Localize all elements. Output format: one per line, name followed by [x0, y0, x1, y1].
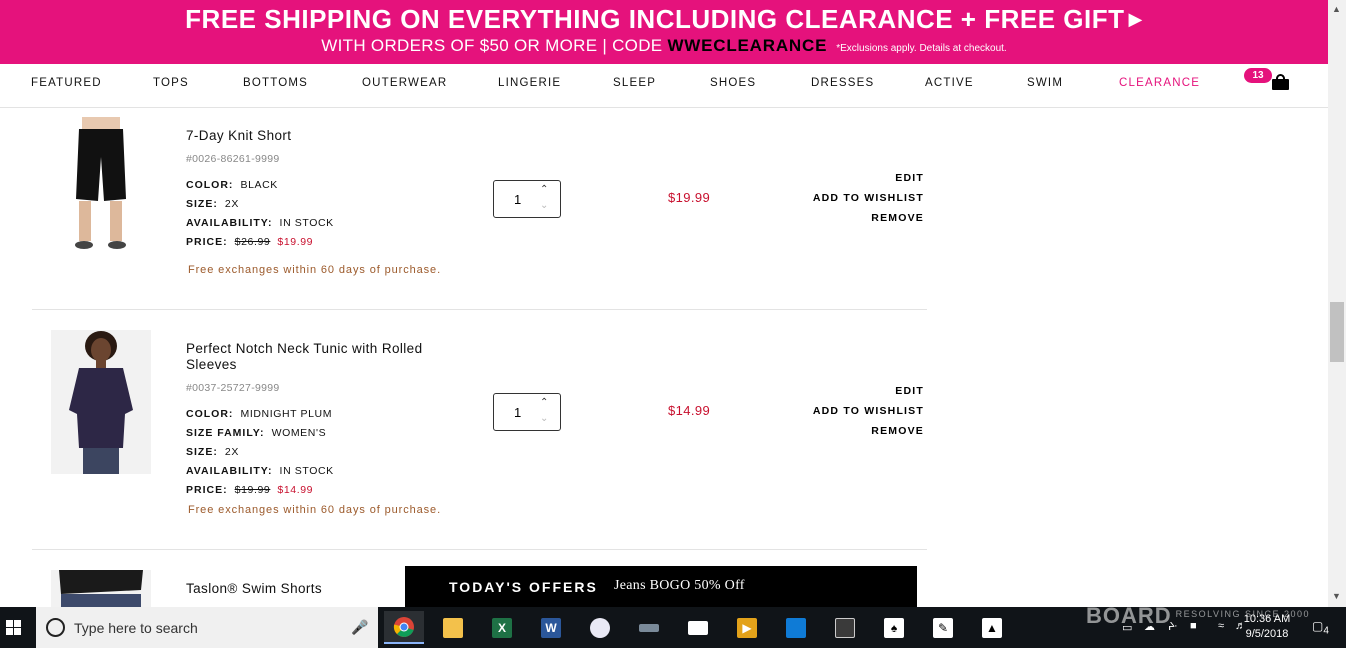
product-availability: AVAILABILITY: IN STOCK: [186, 465, 334, 477]
app-icon[interactable]: [629, 611, 669, 644]
clock-date: 9/5/2018: [1245, 628, 1289, 640]
mail-icon[interactable]: [678, 611, 718, 644]
product-name[interactable]: 7-Day Knit Short: [186, 128, 426, 144]
product-color: COLOR: BLACK: [186, 179, 278, 191]
file-explorer-icon[interactable]: [433, 611, 473, 644]
taskbar-search[interactable]: Type here to search 🎤: [36, 607, 378, 648]
scroll-up-icon[interactable]: ▲: [1332, 4, 1341, 14]
quantity-stepper[interactable]: 1 ⌃ ⌄: [493, 180, 561, 218]
offers-title: TODAY'S OFFERS: [449, 579, 598, 595]
promo-code: WWECLEARANCE: [667, 36, 828, 55]
edit-link[interactable]: EDIT: [895, 385, 924, 397]
offers-deal[interactable]: Jeans BOGO 50% Off: [614, 578, 745, 594]
quantity-stepper[interactable]: 1 ⌃ ⌄: [493, 393, 561, 431]
search-input[interactable]: Type here to search: [74, 620, 198, 636]
product-image-swim-shorts[interactable]: [51, 570, 151, 607]
scrollbar-thumb[interactable]: [1330, 302, 1344, 362]
page-scrollbar[interactable]: ▲ ▼: [1328, 0, 1346, 607]
chevron-up-icon[interactable]: ⌃: [540, 397, 548, 408]
quantity-value[interactable]: 1: [514, 192, 521, 207]
exchange-note: Free exchanges within 60 days of purchas…: [188, 264, 442, 276]
main-nav: FEATURED TOPS BOTTOMS OUTERWEAR LINGERIE…: [0, 64, 1328, 108]
item-divider: [32, 309, 927, 310]
watermark: BOARD RESOLVING SINCE 2000: [1086, 603, 1311, 628]
chevron-right-icon: ▶: [1128, 9, 1143, 29]
nav-item-shoes[interactable]: SHOES: [710, 77, 756, 89]
product-name[interactable]: Taslon® Swim Shorts: [186, 581, 426, 597]
app-icon[interactable]: ✎: [923, 611, 963, 644]
todays-offers-bar[interactable]: TODAY'S OFFERS Jeans BOGO 50% Off: [405, 566, 917, 607]
photos-icon[interactable]: ▲: [972, 611, 1012, 644]
promo-subline: WITH ORDERS OF $50 OR MORE | CODE WWECLE…: [321, 36, 1007, 55]
product-size: SIZE: 2X: [186, 198, 239, 210]
store-icon[interactable]: [776, 611, 816, 644]
microphone-icon[interactable]: 🎤: [351, 619, 368, 636]
nav-item-outerwear[interactable]: OUTERWEAR: [362, 77, 447, 89]
nav-item-active[interactable]: ACTIVE: [925, 77, 974, 89]
cortana-icon: [46, 618, 65, 637]
nav-item-swim[interactable]: SWIM: [1027, 77, 1063, 89]
bag-count-badge: 13: [1244, 68, 1272, 83]
nav-item-dresses[interactable]: DRESSES: [811, 77, 874, 89]
solitaire-icon[interactable]: ♠: [874, 611, 914, 644]
shopping-bag-icon[interactable]: [1270, 74, 1292, 90]
remove-link[interactable]: REMOVE: [871, 212, 924, 224]
nav-item-featured[interactable]: FEATURED: [31, 77, 102, 89]
item-divider: [32, 549, 927, 550]
product-size-family: SIZE FAMILY: WOMEN'S: [186, 427, 327, 439]
paint-icon[interactable]: [580, 611, 620, 644]
edit-link[interactable]: EDIT: [895, 172, 924, 184]
product-color: COLOR: MIDNIGHT PLUM: [186, 408, 333, 420]
chevron-down-icon[interactable]: ⌄: [540, 200, 548, 211]
line-price: $19.99: [668, 190, 711, 205]
product-price: PRICE: $26.99 $19.99: [186, 236, 314, 248]
word-icon[interactable]: W: [531, 611, 571, 644]
exchange-note: Free exchanges within 60 days of purchas…: [188, 504, 442, 516]
scroll-down-icon[interactable]: ▼: [1332, 591, 1341, 601]
product-availability: AVAILABILITY: IN STOCK: [186, 217, 334, 229]
add-to-wishlist-link[interactable]: ADD TO WISHLIST: [813, 192, 924, 204]
product-image-tunic[interactable]: [51, 330, 151, 474]
chrome-icon[interactable]: [384, 611, 424, 644]
product-name[interactable]: Perfect Notch Neck Tunic with Rolled Sle…: [186, 341, 426, 373]
notification-center-icon[interactable]: ▢4: [1312, 619, 1329, 636]
product-sku: #0037-25727-9999: [186, 382, 280, 394]
product-sku: #0026-86261-9999: [186, 153, 280, 165]
remove-link[interactable]: REMOVE: [871, 425, 924, 437]
promo-banner[interactable]: FREE SHIPPING ON EVERYTHING INCLUDING CL…: [0, 0, 1328, 64]
product-size: SIZE: 2X: [186, 446, 239, 458]
media-player-icon[interactable]: ▶: [727, 611, 767, 644]
windows-start-icon[interactable]: [0, 607, 36, 648]
nav-item-clearance[interactable]: CLEARANCE: [1119, 77, 1200, 89]
add-to-wishlist-link[interactable]: ADD TO WISHLIST: [813, 405, 924, 417]
promo-headline: FREE SHIPPING ON EVERYTHING INCLUDING CL…: [185, 4, 1143, 34]
promo-fine-print: *Exclusions apply. Details at checkout.: [836, 43, 1007, 54]
calculator-icon[interactable]: [825, 611, 865, 644]
quantity-value[interactable]: 1: [514, 405, 521, 420]
product-image-knit-short[interactable]: [62, 117, 140, 255]
product-price: PRICE: $19.99 $14.99: [186, 484, 314, 496]
line-price: $14.99: [668, 403, 711, 418]
notification-count: 4: [1323, 625, 1329, 637]
excel-icon[interactable]: X: [482, 611, 522, 644]
chevron-up-icon[interactable]: ⌃: [540, 184, 548, 195]
nav-item-bottoms[interactable]: BOTTOMS: [243, 77, 308, 89]
nav-item-tops[interactable]: TOPS: [153, 77, 189, 89]
nav-item-sleep[interactable]: SLEEP: [613, 77, 656, 89]
chevron-down-icon[interactable]: ⌄: [540, 413, 548, 424]
nav-item-lingerie[interactable]: LINGERIE: [498, 77, 561, 89]
